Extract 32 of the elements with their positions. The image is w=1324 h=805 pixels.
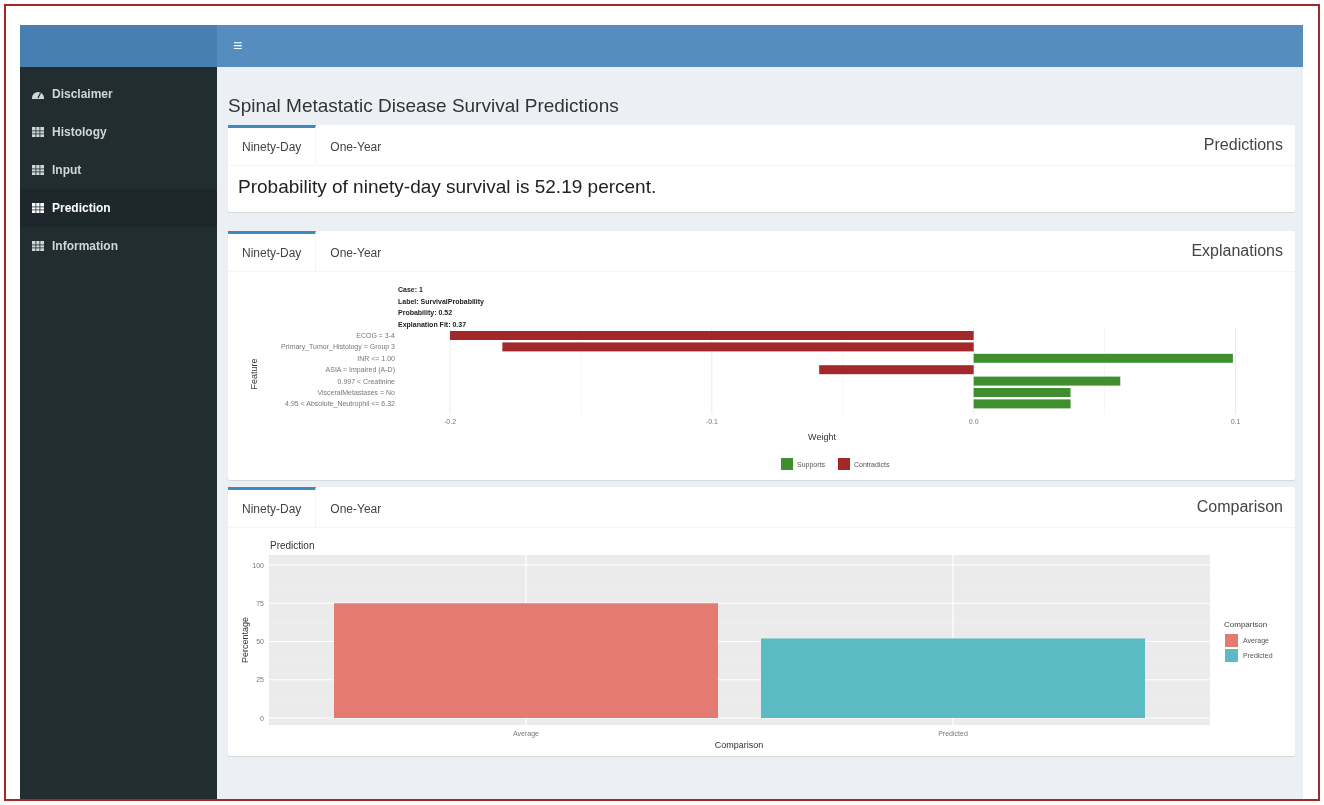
tab[interactable]: Ninety-Day xyxy=(228,487,317,527)
tab[interactable]: Ninety-Day xyxy=(228,125,317,165)
tab[interactable]: One-Year xyxy=(316,125,397,165)
table-icon xyxy=(32,165,44,175)
card-title: Comparison xyxy=(1196,497,1284,517)
table-icon xyxy=(32,203,44,213)
card-title: Predictions xyxy=(1203,135,1284,155)
legend-key xyxy=(838,458,850,470)
axis-title: Feature xyxy=(249,358,259,390)
legend-key xyxy=(781,458,793,470)
sidebar-item[interactable]: Input xyxy=(20,151,217,189)
chart-title: Prediction xyxy=(270,540,315,551)
legend-key xyxy=(1225,634,1238,647)
axis-title: Comparison xyxy=(714,740,764,750)
gauge-icon xyxy=(32,89,44,99)
menu-button[interactable]: ≡ xyxy=(229,37,247,55)
table-icon xyxy=(32,241,44,251)
sidebar-item[interactable]: Information xyxy=(20,227,217,265)
card-title: Explanations xyxy=(1191,241,1284,261)
axis-title: Weight xyxy=(808,432,836,442)
sidebar-item[interactable]: Prediction xyxy=(20,189,217,227)
tab[interactable]: One-Year xyxy=(316,231,397,271)
tab[interactable]: Ninety-Day xyxy=(228,231,317,271)
prediction-text: Probability of ninety-day survival is 52.19 percent. xyxy=(237,175,658,199)
tab[interactable]: One-Year xyxy=(316,487,397,527)
sidebar-item[interactable]: Histology xyxy=(20,113,217,151)
legend-title: Comparison xyxy=(1224,620,1268,629)
table-icon xyxy=(32,127,44,137)
axis-title: Percentage xyxy=(240,617,250,663)
sidebar-item[interactable]: Disclaimer xyxy=(20,75,217,113)
legend-key xyxy=(1225,649,1238,662)
page-title: Spinal Metastatic Disease Survival Predictions xyxy=(228,95,620,117)
